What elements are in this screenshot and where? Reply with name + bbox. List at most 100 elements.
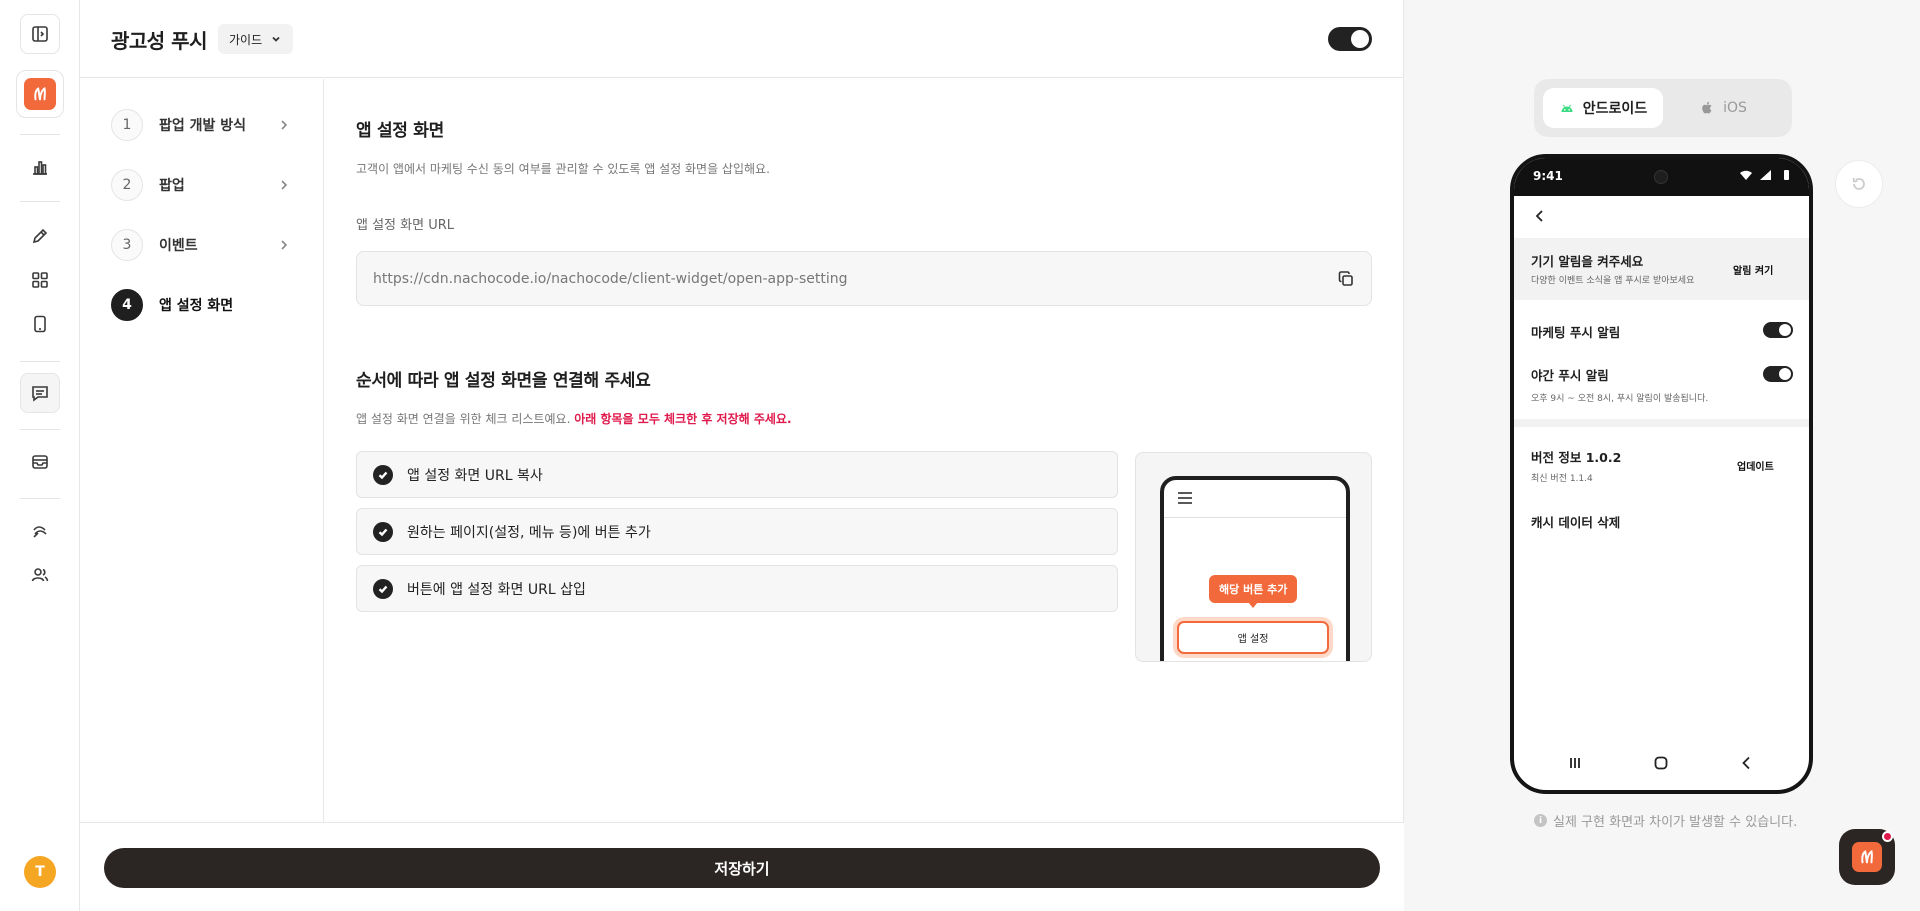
- edit-icon[interactable]: [20, 216, 60, 256]
- app-logo[interactable]: [16, 70, 64, 118]
- app-settings-url-field: https://cdn.nachocode.io/nachocode/clien…: [356, 251, 1372, 306]
- guide-illustration: 해당 버튼 추가 앱 설정: [1135, 452, 1372, 662]
- android-nav-bar: [1514, 748, 1809, 778]
- hamburger-menu-icon: [1178, 492, 1192, 504]
- phone-status-bar: 9:41: [1514, 158, 1809, 196]
- chevron-right-icon: [281, 180, 288, 190]
- promo-subtitle: 다양한 이벤트 소식을 앱 푸시로 받아보세요: [1531, 276, 1695, 286]
- night-push-description: 오후 9시 ~ 오전 8시, 푸시 알림이 발송됩니다.: [1531, 394, 1709, 404]
- step-label: 팝업 개발 방식: [159, 118, 247, 134]
- home-icon[interactable]: [1652, 754, 1670, 772]
- add-button-tooltip: 해당 버튼 추가: [1209, 575, 1298, 608]
- step-navigation: 1 팝업 개발 방식 2 팝업 3 이벤트 4 앱 설정 화면: [80, 79, 324, 822]
- chevron-right-icon: [281, 240, 288, 250]
- phone-mockup: 9:41 기기 알림을 켜주세요 다양한 이벤트 소식을 앱 푸시로 받아보세요…: [1510, 154, 1813, 794]
- checkmark-icon: [373, 578, 393, 599]
- enable-notifications-button[interactable]: 알림 켜기: [1733, 262, 1773, 277]
- step-label: 팝업: [159, 178, 185, 194]
- mobile-device-icon[interactable]: [20, 304, 60, 344]
- android-icon: [1561, 104, 1573, 112]
- users-icon[interactable]: [20, 555, 60, 595]
- checklist-title: 순서에 따라 앱 설정 화면을 연결해 주세요: [356, 371, 651, 391]
- page-title: 광고성 푸시: [111, 29, 207, 53]
- checkmark-icon: [373, 521, 393, 542]
- status-icons: [1739, 169, 1793, 181]
- step-item-popup[interactable]: 2 팝업: [111, 168, 291, 202]
- notification-dot: [1882, 831, 1893, 842]
- preview-disclaimer-text: 실제 구현 화면과 차이가 발생할 수 있습니다.: [1553, 815, 1798, 830]
- clear-cache-button[interactable]: 캐시 데이터 삭제: [1531, 512, 1620, 531]
- integration-icon[interactable]: [20, 511, 60, 551]
- page-footer: 저장하기: [80, 822, 1404, 911]
- rail-divider: [20, 498, 60, 499]
- rail-divider: [20, 361, 60, 362]
- recent-apps-icon[interactable]: [1566, 754, 1584, 772]
- inbox-icon[interactable]: [20, 442, 60, 482]
- apple-icon: [1702, 101, 1712, 114]
- guide-dropdown-label: 가이드: [229, 32, 263, 47]
- collapse-sidebar-icon[interactable]: [20, 14, 60, 54]
- tab-android-label: 안드로이드: [1582, 101, 1648, 117]
- nachocode-logo-icon: [1852, 842, 1882, 872]
- guide-dropdown[interactable]: 가이드: [218, 24, 294, 54]
- chevron-right-icon: [281, 120, 288, 130]
- step-item-app-settings[interactable]: 4 앱 설정 화면: [111, 288, 291, 322]
- mini-app-bar: [1164, 480, 1346, 518]
- apps-grid-icon[interactable]: [20, 260, 60, 300]
- app-settings-url-value: https://cdn.nachocode.io/nachocode/clien…: [373, 270, 848, 287]
- checklist-item[interactable]: 원하는 페이지(설정, 메뉴 등)에 버튼 추가: [356, 508, 1118, 555]
- nachocode-logo-icon: [24, 78, 56, 110]
- left-rail: T: [0, 0, 80, 911]
- wifi-icon: [1740, 170, 1752, 180]
- step-number: 3: [111, 229, 143, 261]
- refresh-icon: [1852, 177, 1865, 190]
- signal-icon: [1760, 170, 1771, 180]
- user-avatar[interactable]: T: [24, 856, 56, 888]
- nav-back-icon[interactable]: [1738, 754, 1756, 772]
- step-item-popup-method[interactable]: 1 팝업 개발 방식: [111, 108, 291, 142]
- marketing-push-toggle[interactable]: [1763, 322, 1793, 338]
- os-tab-switcher: 안드로이드 iOS: [1534, 79, 1792, 137]
- checklist-description: 앱 설정 화면 연결을 위한 체크 리스트예요. 아래 항목을 모두 체크한 후…: [356, 410, 792, 427]
- device-preview-panel: 안드로이드 iOS 9:41 기기 알림을 켜주세요 다양한 이벤트 소식을 앱…: [1405, 0, 1920, 911]
- preview-disclaimer: i 실제 구현 화면과 차이가 발생할 수 있습니다.: [1534, 811, 1797, 830]
- tab-ios[interactable]: iOS: [1663, 88, 1783, 128]
- checkmark-icon: [373, 464, 393, 485]
- update-button[interactable]: 업데이트: [1737, 458, 1774, 473]
- section-divider: [1514, 419, 1809, 427]
- step-number: 4: [111, 289, 143, 321]
- info-icon: i: [1534, 814, 1547, 827]
- rail-divider: [20, 201, 60, 202]
- push-message-icon[interactable]: [20, 373, 60, 413]
- chat-support-button[interactable]: [1839, 829, 1895, 885]
- mock-settings-button: 앱 설정: [1177, 621, 1329, 654]
- promo-title: 기기 알림을 켜주세요: [1531, 254, 1644, 269]
- copy-icon[interactable]: [1337, 270, 1355, 288]
- checklist-warning: 아래 항목을 모두 체크한 후 저장해 주세요.: [574, 412, 792, 426]
- camera-icon: [1654, 170, 1668, 184]
- step-number: 2: [111, 169, 143, 201]
- back-arrow-icon[interactable]: [1531, 207, 1549, 225]
- step-label: 이벤트: [159, 238, 198, 254]
- step-number: 1: [111, 109, 143, 141]
- section-title: 앱 설정 화면: [356, 121, 444, 141]
- save-button[interactable]: 저장하기: [104, 848, 1380, 888]
- checklist-item[interactable]: 앱 설정 화면 URL 복사: [356, 451, 1118, 498]
- step-item-event[interactable]: 3 이벤트: [111, 228, 291, 262]
- analytics-icon[interactable]: [20, 147, 60, 187]
- latest-version-label: 최신 버전 1.1.4: [1531, 474, 1593, 484]
- night-push-toggle[interactable]: [1763, 366, 1793, 382]
- tab-ios-label: iOS: [1723, 100, 1747, 116]
- page-header: 광고성 푸시 가이드: [80, 0, 1404, 78]
- section-description: 고객이 앱에서 마케팅 수신 동의 여부를 관리할 수 있도록 앱 설정 화면을…: [356, 162, 770, 176]
- chevron-down-icon: [272, 36, 280, 42]
- rail-divider: [20, 134, 60, 135]
- tab-android[interactable]: 안드로이드: [1543, 88, 1663, 128]
- checklist-desc-text: 앱 설정 화면 연결을 위한 체크 리스트예요.: [356, 412, 571, 426]
- checklist-item-label: 원하는 페이지(설정, 메뉴 등)에 버튼 추가: [407, 524, 651, 541]
- push-enabled-toggle[interactable]: [1328, 27, 1372, 51]
- reset-preview-button[interactable]: [1835, 160, 1883, 208]
- checklist-item-label: 버튼에 앱 설정 화면 URL 삽입: [407, 581, 586, 598]
- checklist-item[interactable]: 버튼에 앱 설정 화면 URL 삽입: [356, 565, 1118, 612]
- battery-icon: [1784, 170, 1789, 180]
